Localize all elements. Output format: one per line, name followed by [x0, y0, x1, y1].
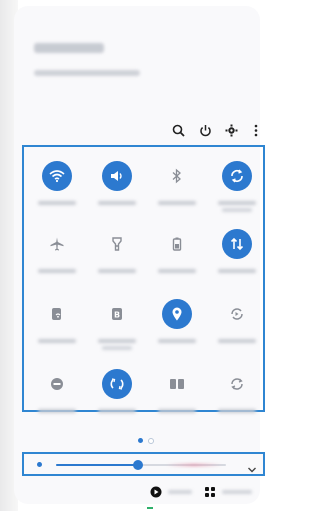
tile-refresh[interactable] — [208, 369, 268, 433]
brightness-low-icon — [37, 462, 42, 467]
brightness-slider-box — [22, 452, 265, 476]
more-vertical-icon[interactable] — [248, 122, 264, 138]
wifi-icon — [42, 161, 72, 191]
svg-text:B: B — [114, 311, 120, 320]
page-dot — [148, 438, 154, 444]
bottom-bar — [140, 484, 260, 500]
tile-dual-screen[interactable] — [148, 369, 208, 433]
page-dot-active — [138, 438, 143, 443]
nav-handle — [147, 507, 153, 509]
tile-location[interactable] — [148, 299, 208, 363]
media-label — [168, 490, 192, 494]
media-button[interactable] — [150, 484, 200, 500]
battery-saver-icon — [162, 229, 192, 259]
mobile-data-icon — [222, 229, 252, 259]
tile-label — [218, 409, 256, 413]
sound-icon — [102, 161, 132, 191]
refresh-icon — [222, 369, 252, 399]
clock-text — [34, 43, 104, 53]
tile-wifi[interactable] — [28, 161, 88, 225]
tile-label — [98, 339, 136, 343]
dual-screen-icon — [162, 369, 192, 399]
tile-hotspot[interactable] — [28, 299, 88, 363]
tile-label — [98, 201, 136, 205]
brightness-slider[interactable] — [56, 460, 226, 470]
media-icon — [150, 486, 162, 498]
tile-label — [158, 409, 196, 413]
tile-label — [98, 409, 136, 413]
flashlight-icon — [102, 229, 132, 259]
do-not-disturb-icon — [42, 369, 72, 399]
brightness-fill — [56, 464, 138, 466]
search-icon[interactable] — [170, 122, 186, 138]
quick-settings-grid: B — [22, 145, 268, 413]
tile-label — [38, 409, 76, 413]
brightness-knob[interactable] — [132, 460, 143, 470]
tile-label — [158, 269, 196, 273]
chevron-down-icon[interactable] — [247, 460, 257, 473]
tile-label — [218, 201, 256, 205]
devices-button[interactable] — [204, 484, 260, 500]
tile-label — [158, 339, 196, 343]
tile-auto-rotate[interactable] — [208, 161, 268, 225]
hotspot-icon — [42, 299, 72, 329]
tile-label — [98, 269, 136, 273]
date-text — [34, 70, 140, 76]
devices-label — [222, 490, 252, 494]
tile-b-badge[interactable]: B — [88, 299, 148, 363]
airplane-mode-icon — [42, 229, 72, 259]
tile-label — [218, 269, 256, 273]
devices-icon — [205, 487, 215, 497]
tile-sound[interactable] — [88, 161, 148, 225]
page-indicator[interactable] — [138, 438, 168, 446]
tile-dnd[interactable] — [28, 369, 88, 433]
tile-sublabel — [102, 346, 132, 350]
tile-bluetooth[interactable] — [148, 161, 208, 225]
tile-label — [38, 201, 76, 205]
sync-icon — [222, 299, 252, 329]
header-actions — [170, 122, 260, 138]
bluetooth-icon — [162, 161, 192, 191]
tile-nearby-share[interactable] — [88, 369, 148, 433]
tile-mobile-data[interactable] — [208, 229, 268, 293]
tile-airplane[interactable] — [28, 229, 88, 293]
location-icon — [162, 299, 192, 329]
brightness-highlight — [166, 463, 222, 467]
auto-rotate-icon — [222, 161, 252, 191]
tile-sublabel — [222, 208, 252, 212]
tile-label — [38, 339, 76, 343]
gear-icon[interactable] — [223, 122, 239, 138]
power-icon[interactable] — [197, 122, 213, 138]
tile-sync[interactable] — [208, 299, 268, 363]
nearby-share-icon — [102, 369, 132, 399]
tile-label — [38, 269, 76, 273]
tile-battery[interactable] — [148, 229, 208, 293]
tile-label — [158, 201, 196, 205]
tile-label — [218, 339, 256, 343]
b-badge-icon: B — [102, 299, 132, 329]
tile-flashlight[interactable] — [88, 229, 148, 293]
